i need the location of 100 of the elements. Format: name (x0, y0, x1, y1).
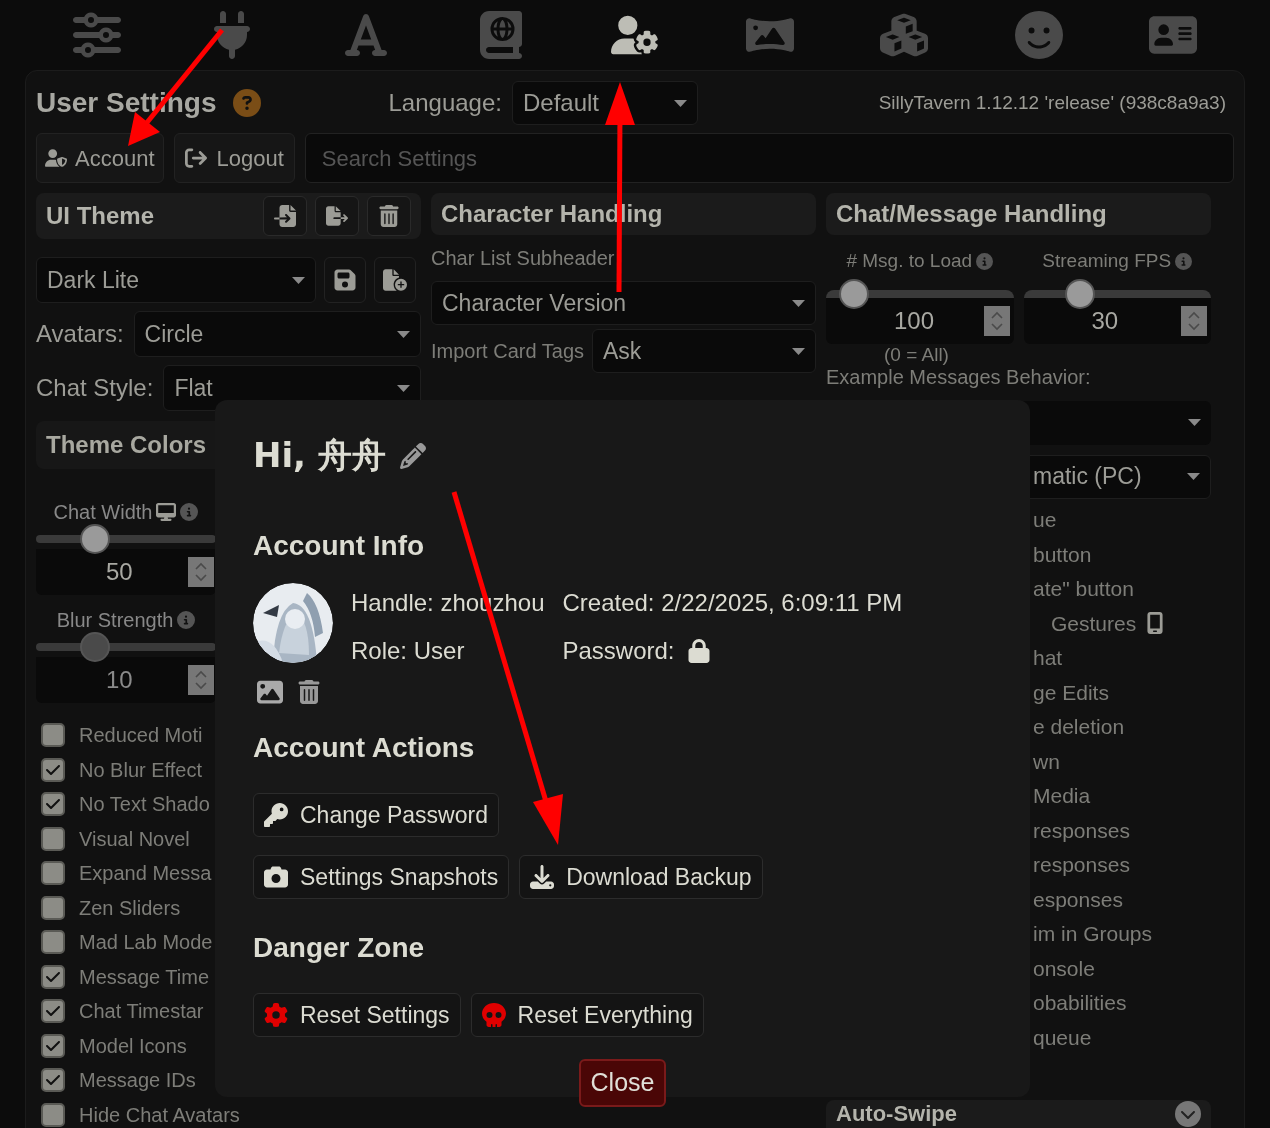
language-select[interactable]: Default (511, 81, 698, 125)
option-label: hat (1033, 645, 1063, 671)
password-label: Password: (562, 636, 675, 666)
option-label: ue (1033, 507, 1057, 533)
cubes-icon (880, 11, 928, 59)
number-field[interactable]: 30 (1023, 297, 1211, 344)
checkbox[interactable] (41, 757, 65, 782)
avatars-label: Avatars: (36, 319, 124, 349)
danger-button[interactable]: Reset Everything (470, 993, 704, 1037)
number-field[interactable]: 50 (36, 549, 216, 595)
checkbox[interactable] (41, 964, 65, 989)
lock-icon (686, 639, 711, 663)
caret-icon (792, 299, 805, 307)
checkbox[interactable] (41, 1102, 65, 1127)
checkbox[interactable] (41, 861, 65, 886)
info-icon (177, 611, 196, 629)
caret-icon (673, 99, 687, 107)
theme-select[interactable]: Dark Lite (36, 257, 316, 303)
logout-button[interactable]: Logout (173, 133, 295, 183)
action-button[interactable]: Change Password (253, 793, 499, 837)
avatars-select[interactable]: Circle (133, 311, 421, 357)
action-button[interactable]: Download Backup (519, 855, 763, 899)
option-label: wn (1033, 748, 1060, 775)
checkbox[interactable] (41, 1033, 65, 1058)
info-icon (180, 503, 199, 521)
checkbox[interactable] (41, 999, 65, 1024)
caret-icon (1187, 473, 1200, 480)
caret-icon (397, 330, 410, 338)
option-label: queue (1033, 1024, 1092, 1051)
close-button[interactable]: Close (578, 1059, 667, 1107)
slider-label: Streaming FPS (1042, 249, 1172, 273)
section-title: Theme Colors (46, 430, 207, 460)
checkbox-label: Reduced Moti (79, 723, 203, 749)
checkbox[interactable] (41, 792, 65, 817)
slider-thumb[interactable] (839, 278, 870, 309)
danger-button[interactable]: Reset Settings (253, 993, 461, 1037)
option-label: ge Edits (1033, 679, 1109, 706)
icon-button[interactable] (367, 196, 411, 236)
option-label: esponses (1033, 886, 1123, 913)
icon-button[interactable] (324, 257, 366, 303)
section-title: Danger Zone (253, 931, 426, 965)
section-title: UI Theme (46, 201, 155, 231)
file-export-icon (326, 205, 348, 227)
section-title: Account Info (253, 529, 426, 563)
spinner-icon (983, 305, 1010, 336)
field-label: Import Card Tags (431, 339, 585, 364)
version-text: SillyTavern 1.12.12 'release' (938c8a9a3) (878, 90, 1226, 115)
checkbox[interactable] (41, 826, 65, 851)
caret-icon (1188, 419, 1201, 426)
trash-icon (378, 205, 400, 227)
checkbox[interactable] (41, 723, 65, 748)
action-button[interactable]: Settings Snapshots (253, 855, 510, 899)
greeting-title: Hi, 舟舟 (253, 434, 386, 477)
slider-thumb[interactable] (1064, 278, 1095, 309)
checkbox-label: Model Icons (79, 1033, 187, 1059)
hint-text: (0 = All) (884, 343, 950, 366)
spinner-icon (1181, 305, 1207, 336)
trash-icon[interactable] (297, 680, 321, 704)
icon-button[interactable] (263, 196, 307, 236)
search-field[interactable]: Search Settings (304, 133, 1234, 183)
checkbox-label: Chat Timestar (79, 999, 204, 1025)
icon-button[interactable] (315, 196, 359, 236)
logout-icon (184, 147, 207, 169)
pencil-icon[interactable] (399, 442, 426, 469)
checkbox[interactable] (41, 1068, 65, 1093)
download-icon (530, 865, 555, 889)
checkbox-label: Zen Sliders (79, 895, 181, 921)
image-icon[interactable] (257, 679, 283, 705)
caret-icon (292, 276, 305, 284)
option-label: im in Groups (1033, 921, 1153, 947)
option-label: Gestures (1051, 610, 1137, 637)
monitor-icon (156, 502, 177, 522)
language-label: Language: (388, 88, 502, 118)
import-tags-select[interactable]: Ask (592, 329, 816, 373)
slider-thumb[interactable] (80, 524, 111, 554)
chevron-icon[interactable] (1175, 1100, 1201, 1127)
caret-icon (397, 384, 410, 392)
checkbox[interactable] (41, 895, 65, 920)
spinner-icon (188, 665, 214, 695)
option-label: onsole (1033, 955, 1095, 982)
file-import-icon (274, 205, 296, 227)
info-icon (976, 252, 994, 270)
checkbox[interactable] (41, 930, 65, 955)
checkbox-label: Mad Lab Mode (79, 930, 213, 956)
account-button[interactable]: Account (36, 133, 164, 183)
option-label: obabilities (1033, 990, 1127, 1016)
option-label: button (1033, 541, 1092, 568)
checkbox-label: Expand Messa (79, 861, 212, 887)
gear-icon (264, 1003, 288, 1027)
created-text: Created: 2/22/2025, 6:09:11 PM (562, 588, 903, 618)
slider-label: # Msg. to Load (846, 249, 973, 273)
checkbox-label: Message Time (79, 964, 210, 990)
subheader-select[interactable]: Character Version (431, 281, 816, 325)
help-icon[interactable] (232, 89, 261, 117)
icon-button[interactable] (374, 257, 416, 303)
number-field[interactable]: 100 (826, 297, 1014, 344)
option-label: responses (1033, 852, 1130, 878)
caret-icon (792, 347, 805, 355)
section-title: Account Actions (253, 731, 476, 765)
checkbox-label: Hide Chat Avatars (79, 1102, 240, 1128)
